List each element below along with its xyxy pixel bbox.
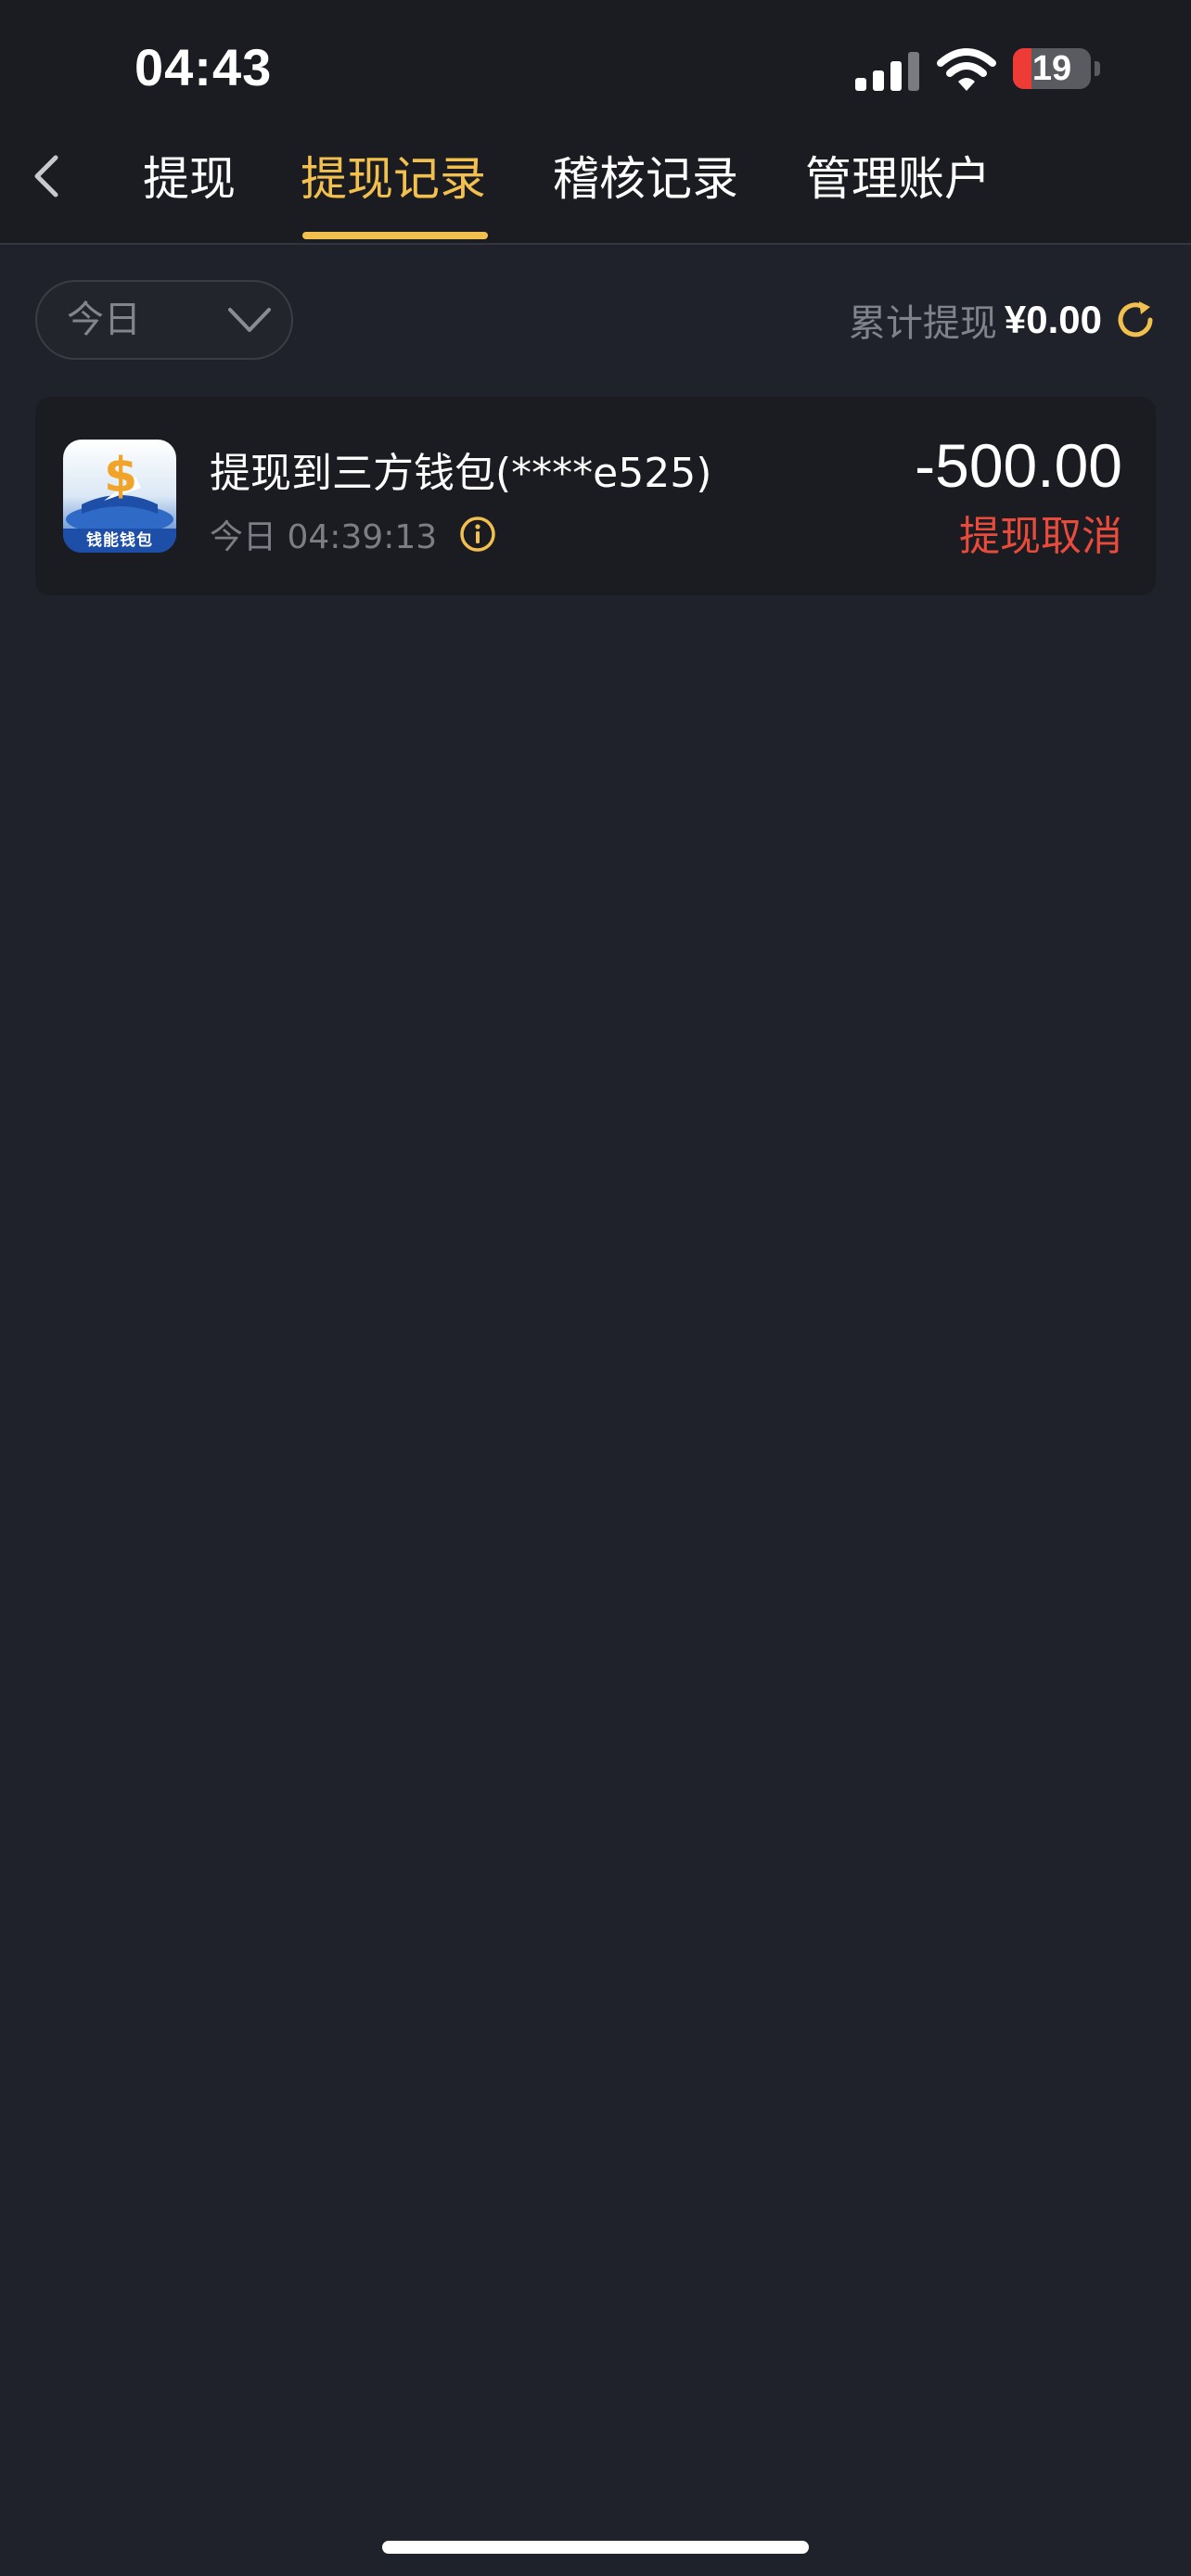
withdraw-record-item[interactable]: $ 钱能钱包 提现到三方钱包(****e525) 今日 04:39:13 -50… — [35, 397, 1156, 595]
record-amount: -500.00 — [915, 431, 1122, 500]
record-title: 提现到三方钱包(****e525) — [210, 450, 712, 497]
active-tab-indicator — [302, 232, 488, 239]
cellular-signal-icon — [855, 50, 920, 91]
record-time: 今日 04:39:13 — [210, 518, 438, 556]
wallet-app-icon: $ 钱能钱包 — [63, 440, 176, 553]
tab-withdraw[interactable]: 提现 — [143, 147, 236, 211]
battery-icon: 19 — [1013, 48, 1091, 89]
total-withdraw: 累计提现 ¥0.00 — [849, 289, 1158, 351]
date-filter-select[interactable]: 今日 — [35, 280, 293, 360]
date-filter-value: 今日 — [67, 299, 141, 341]
battery-tip — [1095, 61, 1100, 76]
app-screen: 04:43 19 提现 提现记录 稽核记录 管理账户 今日 累计提现 ¥0.00… — [0, 0, 1191, 2576]
back-arrow-icon[interactable] — [24, 148, 70, 204]
refresh-icon[interactable] — [1113, 298, 1158, 342]
status-time: 04:43 — [134, 38, 273, 96]
info-icon[interactable] — [459, 516, 496, 553]
tab-manage-accounts[interactable]: 管理账户 — [805, 147, 991, 211]
chevron-down-icon — [228, 308, 271, 332]
svg-text:$: $ — [104, 448, 137, 504]
top-bar: 04:43 19 提现 提现记录 稽核记录 管理账户 — [0, 0, 1191, 245]
app-icon-label: 钱能钱包 — [63, 529, 176, 553]
record-meta: 今日 04:39:13 — [210, 510, 496, 558]
battery-level: 19 — [1031, 49, 1072, 88]
wifi-icon — [937, 48, 996, 91]
dollar-logo-icon: $ — [66, 448, 173, 534]
total-withdraw-label: 累计提现 — [848, 302, 997, 345]
tab-audit-records[interactable]: 稽核记录 — [553, 147, 738, 211]
tab-withdraw-records[interactable]: 提现记录 — [301, 147, 486, 211]
record-status: 提现取消 — [959, 513, 1122, 560]
total-withdraw-value: ¥0.00 — [1004, 298, 1102, 341]
home-indicator[interactable] — [382, 2541, 809, 2554]
